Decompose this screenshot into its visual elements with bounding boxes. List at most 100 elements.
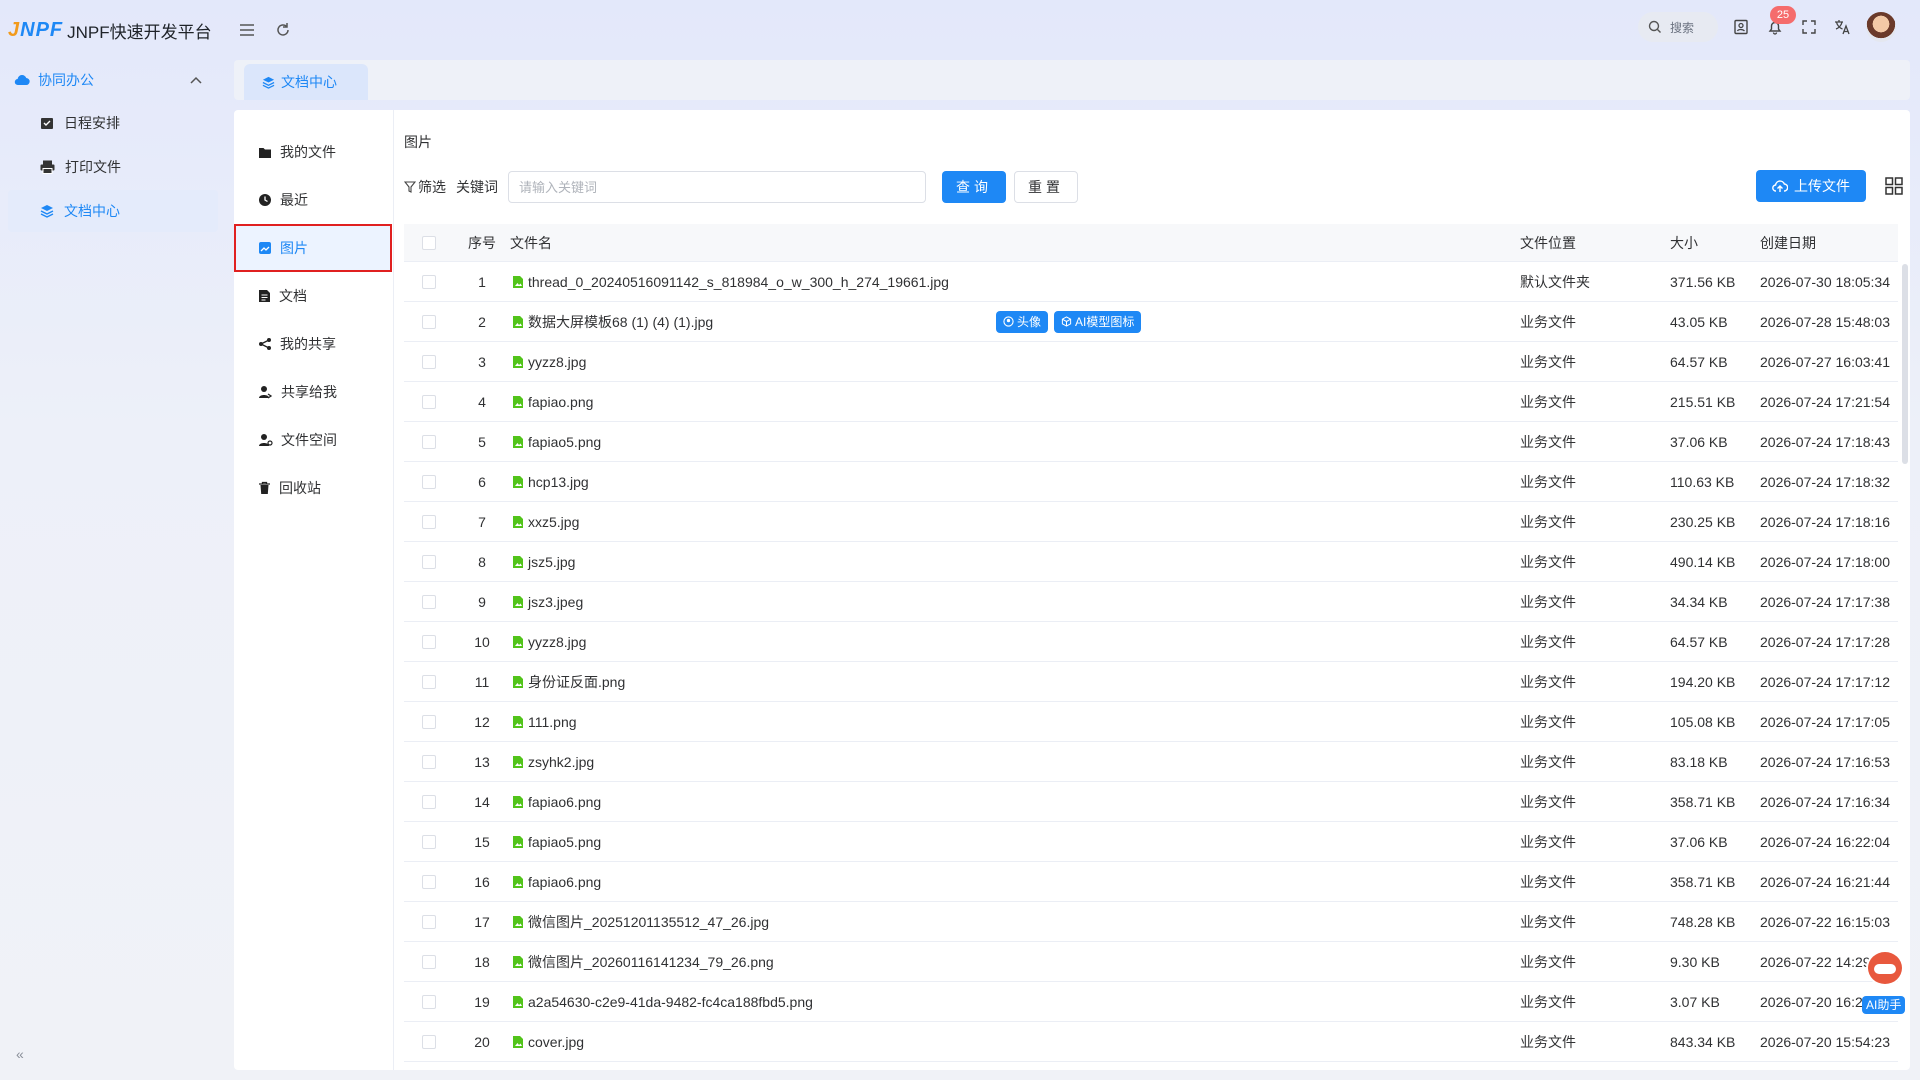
grid-view-icon[interactable] <box>1884 176 1904 196</box>
file-name-link[interactable]: cover.jpg <box>528 1034 584 1050</box>
table-row[interactable]: 1 thread_0_20240516091142_s_818984_o_w_30… <box>404 262 1898 302</box>
file-name-link[interactable]: yyzz8.jpg <box>528 354 586 370</box>
category-image[interactable]: 图片 <box>234 224 392 272</box>
file-name-link[interactable]: jsz5.jpg <box>528 554 575 570</box>
upload-file-button[interactable]: 上传文件 <box>1756 170 1866 202</box>
sidebar-item-document-center[interactable]: 文档中心 <box>8 190 218 232</box>
row-checkbox[interactable] <box>422 634 436 649</box>
file-name-cell: thread_0_20240516091142_s_818984_o_w_300… <box>510 274 1520 290</box>
file-name-link[interactable]: jsz3.jpeg <box>528 594 583 610</box>
category-trash[interactable]: 回收站 <box>234 464 392 512</box>
printer-icon <box>40 160 55 174</box>
tab-document-center[interactable]: 文档中心 <box>244 64 368 100</box>
sidebar-group-label: 协同办公 <box>38 72 94 88</box>
category-document[interactable]: 文档 <box>234 272 392 320</box>
row-checkbox[interactable] <box>422 354 436 369</box>
row-checkbox[interactable] <box>422 394 436 409</box>
table-row[interactable]: 19 a2a54630-c2e9-41da-9482-fc4ca188fbd5.p… <box>404 982 1898 1022</box>
row-checkbox[interactable] <box>422 874 436 889</box>
row-checkbox[interactable] <box>422 314 436 329</box>
row-checkbox[interactable] <box>422 594 436 609</box>
table-row[interactable]: 2 数据大屏模板68 (1) (4) (1).jpg 头像 AI模型图标 业务文件 43.… <box>404 302 1898 342</box>
file-name-link[interactable]: yyzz8.jpg <box>528 634 586 650</box>
chevron-up-icon[interactable] <box>190 76 202 84</box>
table-row[interactable]: 14 fapiao6.png 业务文件 358.71 KB 2026-07-24 17:… <box>404 782 1898 822</box>
file-name-link[interactable]: hcp13.jpg <box>528 474 589 490</box>
file-name-link[interactable]: fapiao5.png <box>528 834 601 850</box>
row-checkbox[interactable] <box>422 754 436 769</box>
category-user-space[interactable]: 文件空间 <box>234 416 392 464</box>
table-row[interactable]: 7 xxz5.jpg 业务文件 230.25 KB 2026-07-24 17:18:1… <box>404 502 1898 542</box>
image-file-icon <box>512 595 524 609</box>
category-shared-user[interactable]: 共享给我 <box>234 368 392 416</box>
filter-button[interactable]: 筛选 <box>404 177 446 197</box>
category-folder[interactable]: 我的文件 <box>234 128 392 176</box>
keyword-input[interactable] <box>508 171 926 203</box>
menu-toggle-icon[interactable] <box>236 19 258 41</box>
file-name-link[interactable]: a2a54630-c2e9-41da-9482-fc4ca188fbd5.png <box>528 994 813 1010</box>
notification-bell-icon[interactable]: 25 <box>1764 6 1796 38</box>
contact-card-icon[interactable] <box>1730 16 1752 38</box>
table-row[interactable]: 5 fapiao5.png 业务文件 37.06 KB 2026-07-24 17:18… <box>404 422 1898 462</box>
table-row[interactable]: 4 fapiao.png 业务文件 215.51 KB 2026-07-24 17:21… <box>404 382 1898 422</box>
file-name-link[interactable]: fapiao6.png <box>528 874 601 890</box>
row-checkbox[interactable] <box>422 474 436 489</box>
file-name-link[interactable]: thread_0_20240516091142_s_818984_o_w_300… <box>528 274 949 290</box>
vertical-scrollbar[interactable] <box>1902 264 1908 464</box>
file-name-link[interactable]: 数据大屏模板68 (1) (4) (1).jpg <box>528 312 713 332</box>
select-all-checkbox[interactable] <box>422 235 436 250</box>
tag-ai-model-icon[interactable]: AI模型图标 <box>1054 310 1142 333</box>
table-row[interactable]: 3 yyzz8.jpg 业务文件 64.57 KB 2026-07-27 16:03:4… <box>404 342 1898 382</box>
sidebar-group-collaboration[interactable]: 协同办公 <box>0 60 226 100</box>
row-checkbox[interactable] <box>422 274 436 289</box>
row-checkbox[interactable] <box>422 914 436 929</box>
table-row[interactable]: 18 微信图片_20260116141234_79_26.png 业务文件 9.30 … <box>404 942 1898 982</box>
file-name-link[interactable]: fapiao6.png <box>528 794 601 810</box>
row-index: 2 <box>478 313 486 330</box>
sidebar-item-print[interactable]: 打印文件 <box>8 146 218 188</box>
user-avatar[interactable] <box>1866 12 1896 42</box>
header-search[interactable]: 搜索 <box>1638 12 1718 42</box>
file-name-link[interactable]: 身份证反面.png <box>528 672 625 692</box>
table-row[interactable]: 13 zsyhk2.jpg 业务文件 83.18 KB 2026-07-24 17:16… <box>404 742 1898 782</box>
ai-assistant-button[interactable]: AI助手 <box>1860 948 1910 1018</box>
search-button[interactable]: 查询 <box>942 171 1006 203</box>
table-row[interactable]: 10 yyzz8.jpg 业务文件 64.57 KB 2026-07-24 17:17:… <box>404 622 1898 662</box>
collapse-sidebar-icon[interactable]: « <box>16 1046 24 1062</box>
table-row[interactable]: 16 fapiao6.png 业务文件 358.71 KB 2026-07-24 16:… <box>404 862 1898 902</box>
translate-icon[interactable] <box>1832 16 1854 38</box>
file-name-link[interactable]: 111.png <box>528 714 577 730</box>
table-row[interactable]: 20 cover.jpg 业务文件 843.34 KB 2026-07-20 15:54… <box>404 1022 1898 1062</box>
table-row[interactable]: 11 身份证反面.png 业务文件 194.20 KB 2026-07-24 17:17… <box>404 662 1898 702</box>
refresh-icon[interactable] <box>272 19 294 41</box>
sidebar-item-schedule[interactable]: 日程安排 <box>8 102 218 144</box>
row-checkbox[interactable] <box>422 434 436 449</box>
table-row[interactable]: 12 111.png 业务文件 105.08 KB 2026-07-24 17:17:0… <box>404 702 1898 742</box>
table-row[interactable]: 17 微信图片_20251201135512_47_26.jpg 业务文件 748.2… <box>404 902 1898 942</box>
file-name-link[interactable]: fapiao.png <box>528 394 593 410</box>
file-name-link[interactable]: 微信图片_20251201135512_47_26.jpg <box>528 912 769 932</box>
row-checkbox[interactable] <box>422 794 436 809</box>
file-name-link[interactable]: 微信图片_20260116141234_79_26.png <box>528 952 774 972</box>
row-checkbox[interactable] <box>422 714 436 729</box>
row-checkbox[interactable] <box>422 834 436 849</box>
table-row[interactable]: 8 jsz5.jpg 业务文件 490.14 KB 2026-07-24 17:18:0… <box>404 542 1898 582</box>
row-checkbox[interactable] <box>422 514 436 529</box>
file-name-link[interactable]: xxz5.jpg <box>528 514 579 530</box>
row-checkbox[interactable] <box>422 1034 436 1049</box>
table-row[interactable]: 15 fapiao5.png 业务文件 37.06 KB 2026-07-24 16:2… <box>404 822 1898 862</box>
row-checkbox[interactable] <box>422 554 436 569</box>
category-clock[interactable]: 最近 <box>234 176 392 224</box>
file-name-link[interactable]: zsyhk2.jpg <box>528 754 594 770</box>
table-row[interactable]: 6 hcp13.jpg 业务文件 110.63 KB 2026-07-24 17:18:… <box>404 462 1898 502</box>
reset-button[interactable]: 重置 <box>1014 171 1078 203</box>
row-checkbox[interactable] <box>422 954 436 969</box>
category-share[interactable]: 我的共享 <box>234 320 392 368</box>
fullscreen-icon[interactable] <box>1798 16 1820 38</box>
row-checkbox[interactable] <box>422 994 436 1009</box>
row-checkbox[interactable] <box>422 674 436 689</box>
table-row[interactable]: 9 jsz3.jpeg 业务文件 34.34 KB 2026-07-24 17:17:3… <box>404 582 1898 622</box>
app-logo[interactable]: JNPF JNPF快速开发平台 <box>0 18 234 43</box>
tag-avatar[interactable]: 头像 <box>996 310 1049 333</box>
file-name-link[interactable]: fapiao5.png <box>528 434 601 450</box>
